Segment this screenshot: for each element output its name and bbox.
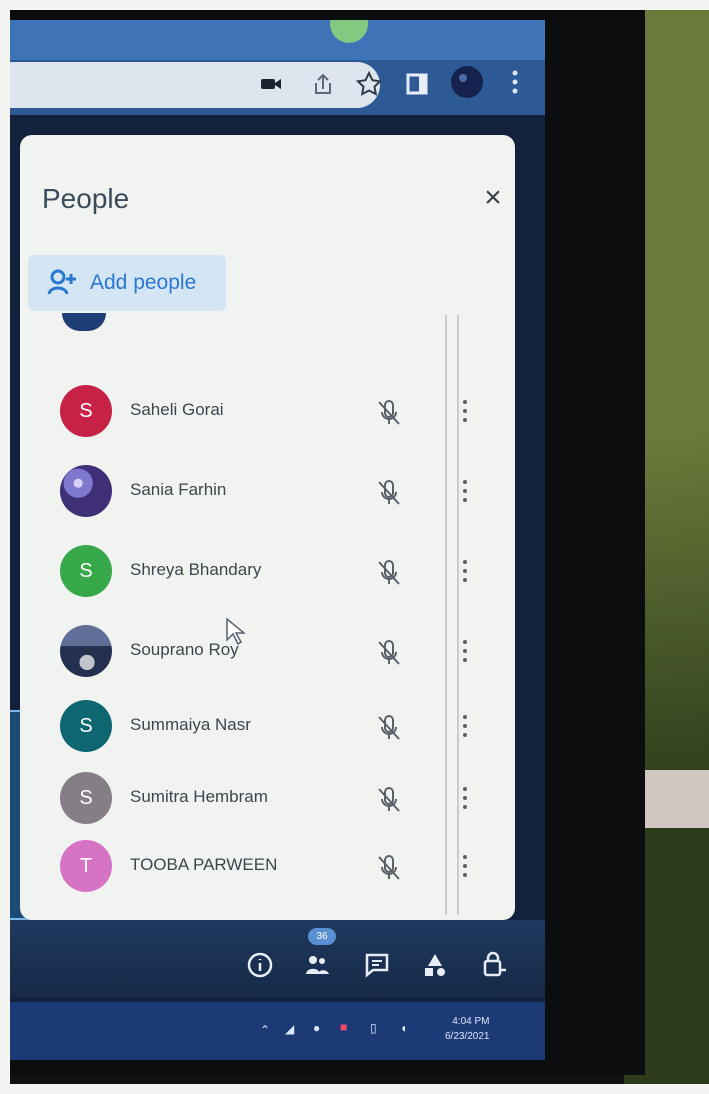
security-icon[interactable]: ● (313, 1022, 320, 1034)
camera-icon[interactable] (260, 75, 282, 93)
profile-avatar[interactable] (450, 65, 484, 99)
network-icon[interactable]: ◢ (285, 1023, 294, 1035)
mouse-pointer-icon (226, 617, 245, 645)
mic-off-icon[interactable] (375, 854, 403, 882)
participant-name: Saheli Gorai (130, 400, 224, 419)
participant-name: Sumitra Hembram (130, 787, 268, 806)
more-options-icon[interactable] (458, 849, 472, 883)
avatar: S (60, 545, 112, 597)
participant-name: Shreya Bhandary (130, 560, 262, 579)
activities-icon[interactable] (420, 950, 450, 980)
people-count-badge: 36 (308, 928, 336, 945)
more-options-icon[interactable] (458, 394, 472, 428)
participant-row[interactable]: S Summaiya Nasr (60, 700, 490, 762)
browser-menu-icon[interactable] (510, 68, 520, 96)
taskbar-overflow-icon[interactable]: ⌃ (260, 1024, 270, 1036)
screen: People × Add people S Saheli Gorai Sania… (10, 20, 545, 1060)
avatar (60, 465, 112, 517)
meeting-toolbar: 36 (10, 920, 545, 998)
avatar: S (60, 700, 112, 752)
add-people-label: Add people (90, 271, 197, 294)
tab-indicator (330, 20, 368, 43)
host-controls-icon[interactable] (478, 950, 508, 980)
avatar: S (60, 385, 112, 437)
share-icon[interactable] (310, 72, 336, 98)
app-tray-icon[interactable]: ■ (340, 1021, 347, 1033)
photo-scene: People × Add people S Saheli Gorai Sania… (0, 0, 709, 1094)
mic-off-icon[interactable] (375, 559, 403, 587)
mic-off-icon[interactable] (375, 786, 403, 814)
avatar: T (60, 840, 112, 892)
avatar: S (60, 772, 112, 824)
info-icon[interactable] (245, 950, 275, 980)
more-options-icon[interactable] (458, 554, 472, 588)
add-person-icon (47, 269, 76, 295)
people-icon[interactable] (302, 950, 332, 980)
mic-off-icon[interactable] (375, 639, 403, 667)
more-options-icon[interactable] (458, 634, 472, 668)
monitor: People × Add people S Saheli Gorai Sania… (0, 10, 645, 1075)
add-people-button[interactable]: Add people (28, 255, 226, 311)
volume-icon[interactable]: ◖ (400, 1022, 407, 1034)
browser-header (10, 20, 545, 115)
participant-row[interactable]: T TOOBA PARWEEN (60, 840, 490, 902)
battery-icon[interactable]: ▯ (370, 1022, 377, 1034)
clock[interactable]: 4:04 PM 6/23/2021 (445, 1014, 490, 1044)
participant-name: Souprano Roy (130, 640, 239, 659)
windows-taskbar: ⌃ ◢ ● ■ ▯ ◖ 4:04 PM 6/23/2021 (10, 1002, 545, 1060)
panel-title: People (42, 183, 130, 214)
participant-name: Sania Farhin (130, 480, 227, 499)
clock-time: 4:04 PM (452, 1016, 490, 1027)
more-options-icon[interactable] (458, 781, 472, 815)
participant-name: TOOBA PARWEEN (130, 855, 278, 874)
partial-avatar (62, 313, 106, 331)
participant-row[interactable]: Souprano Roy (60, 625, 490, 687)
participant-row[interactable]: S Shreya Bhandary (60, 545, 490, 607)
bookmark-star-icon[interactable] (355, 70, 383, 98)
clock-date: 6/23/2021 (445, 1031, 490, 1042)
mic-off-icon[interactable] (375, 714, 403, 742)
mic-off-icon[interactable] (375, 399, 403, 427)
side-panel-icon[interactable] (405, 72, 429, 96)
participant-name: Summaiya Nasr (130, 715, 251, 734)
more-options-icon[interactable] (458, 709, 472, 743)
participant-row[interactable]: S Saheli Gorai (60, 385, 490, 447)
mic-off-icon[interactable] (375, 479, 403, 507)
close-icon[interactable]: × (478, 183, 508, 213)
participant-row[interactable]: Sania Farhin (60, 465, 490, 527)
chat-icon[interactable] (362, 950, 392, 980)
people-panel: People × Add people S Saheli Gorai Sania… (20, 135, 515, 920)
more-options-icon[interactable] (458, 474, 472, 508)
avatar (60, 625, 112, 677)
participant-row[interactable]: S Sumitra Hembram (60, 772, 490, 834)
